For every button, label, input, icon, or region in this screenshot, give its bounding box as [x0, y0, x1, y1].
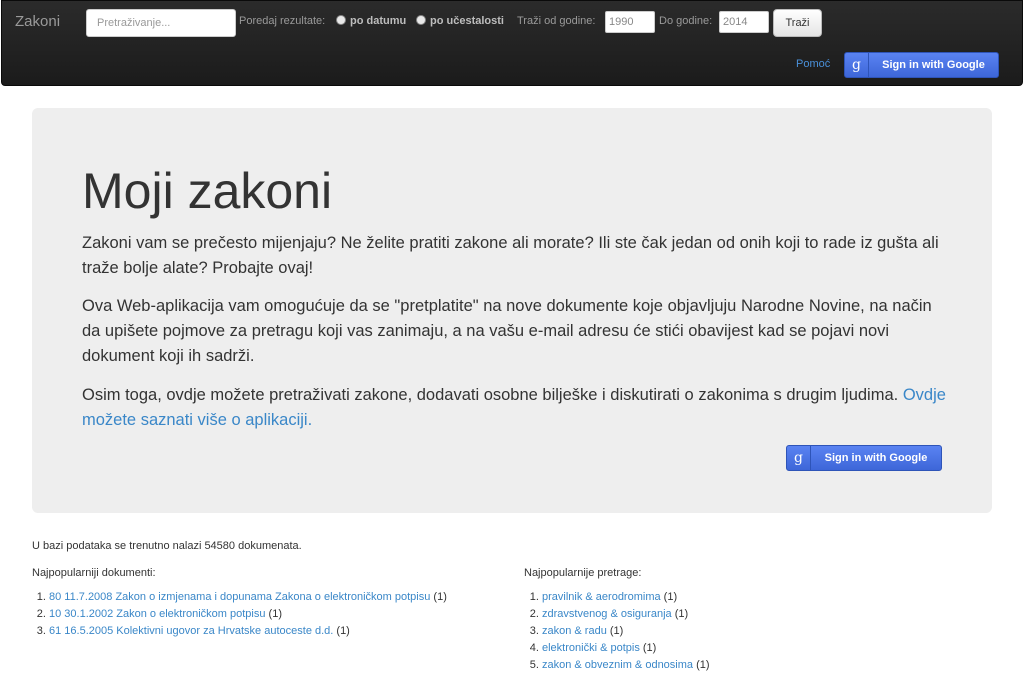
popular-searches-list: pravilnik & aerodromima (1) zdravstvenog…: [508, 589, 710, 674]
hero-features-body: Osim toga, ovdje možete pretraživati zak…: [82, 386, 899, 404]
sort-label: Poredaj rezultate:: [239, 15, 326, 27]
sort-by-frequency-radio[interactable]: [416, 15, 426, 25]
hero-intro-text: Zakoni vam se prečesto mijenjaju? Ne žel…: [82, 234, 939, 277]
google-signin-label: Sign in with Google: [882, 59, 985, 71]
list-item: 80 11.7.2008 Zakon o izmjenama i dopunam…: [49, 589, 447, 606]
hero-features-text: Osim toga, ovdje možete pretraživati zak…: [82, 383, 952, 433]
year-from-input[interactable]: [605, 11, 655, 33]
sort-by-date-label: po datumu: [350, 15, 407, 27]
item-count: (1): [268, 608, 282, 620]
item-count: (1): [609, 625, 624, 637]
popular-search-link[interactable]: zdravstvenog & osiguranja: [542, 608, 672, 620]
item-count: (1): [336, 625, 350, 637]
sort-by-frequency-label: po učestalosti: [430, 15, 504, 27]
item-count: (1): [674, 608, 689, 620]
popular-documents-list: 80 11.7.2008 Zakon o izmjenama i dopunam…: [15, 589, 447, 640]
navbar-google-signin-button[interactable]: g Sign in with Google: [844, 52, 999, 78]
google-icon: g: [787, 446, 811, 470]
document-count-text: U bazi podataka se trenutno nalazi 54580…: [32, 540, 302, 552]
top-navbar: Zakoni Poredaj rezultate: po datumu po u…: [1, 0, 1023, 86]
google-signin-label: Sign in with Google: [824, 452, 928, 464]
hero-google-signin-button[interactable]: g Sign in with Google: [786, 445, 942, 471]
list-item: 10 30.1.2002 Zakon o elektroničkom potpi…: [49, 606, 447, 623]
hero-panel: Moji zakoni Zakoni vam se prečesto mijen…: [32, 108, 992, 513]
popular-search-link[interactable]: zakon & radu: [542, 625, 607, 637]
item-count: (1): [433, 591, 447, 603]
popular-search-link[interactable]: zakon & obveznim & odnosima: [542, 659, 693, 671]
list-item: elektronički & potpis (1): [542, 640, 710, 657]
brand-link[interactable]: Zakoni: [15, 13, 60, 30]
popular-search-link[interactable]: pravilnik & aerodromima: [542, 591, 661, 603]
list-item: zdravstvenog & osiguranja (1): [542, 606, 710, 623]
google-icon: g: [845, 53, 869, 77]
year-from-label: Traži od godine:: [517, 15, 596, 27]
popular-document-link[interactable]: 10 30.1.2002 Zakon o elektroničkom potpi…: [49, 608, 265, 620]
popular-documents-title: Najpopularniji dokumenti:: [32, 567, 156, 579]
list-item: pravilnik & aerodromima (1): [542, 589, 710, 606]
item-count: (1): [642, 642, 657, 654]
popular-search-link[interactable]: elektronički & potpis: [542, 642, 640, 654]
list-item: zakon & obveznim & odnosima (1): [542, 657, 710, 674]
sort-by-date-radio[interactable]: [336, 15, 346, 25]
popular-document-link[interactable]: 61 16.5.2005 Kolektivni ugovor za Hrvats…: [49, 625, 333, 637]
year-to-input[interactable]: [719, 11, 769, 33]
popular-searches-title: Najpopularnije pretrage:: [524, 567, 642, 579]
search-button[interactable]: Traži: [773, 9, 822, 37]
year-to-label: Do godine:: [659, 15, 713, 27]
list-item: zakon & radu (1): [542, 623, 710, 640]
item-count: (1): [663, 591, 678, 603]
help-link[interactable]: Pomoć: [796, 58, 830, 70]
popular-document-link[interactable]: 80 11.7.2008 Zakon o izmjenama i dopunam…: [49, 591, 430, 603]
item-count: (1): [696, 659, 710, 671]
search-input[interactable]: [86, 9, 236, 37]
list-item: 61 16.5.2005 Kolektivni ugovor za Hrvats…: [49, 623, 447, 640]
hero-description-text: Ova Web-aplikacija vam omogućuje da se "…: [82, 297, 932, 365]
page-title: Moji zakoni: [82, 163, 333, 219]
